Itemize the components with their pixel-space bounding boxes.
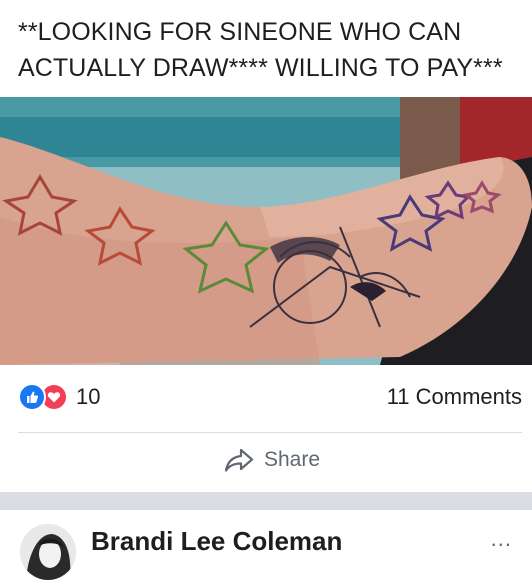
divider [18,432,522,433]
commenter-name[interactable]: Brandi Lee Coleman [91,526,342,557]
avatar[interactable] [20,524,76,580]
post-text: **LOOKING FOR SINEONE WHO CAN ACTUALLY D… [18,18,503,82]
post-photo[interactable] [0,97,532,365]
avatar-image [20,524,76,580]
comment-header: Brandi Lee Coleman ... [0,510,532,580]
more-options-button[interactable]: ... [491,526,512,552]
like-icon [18,383,46,411]
share-button[interactable]: Share [224,444,320,476]
share-label: Share [264,448,321,471]
comments-count-link[interactable]: 11 Comments [387,384,522,410]
reactions-summary[interactable]: 10 [18,383,100,411]
section-separator [0,492,532,510]
share-icon [224,448,254,472]
tattoo-photo-image [0,97,532,365]
reaction-count: 10 [76,384,101,409]
